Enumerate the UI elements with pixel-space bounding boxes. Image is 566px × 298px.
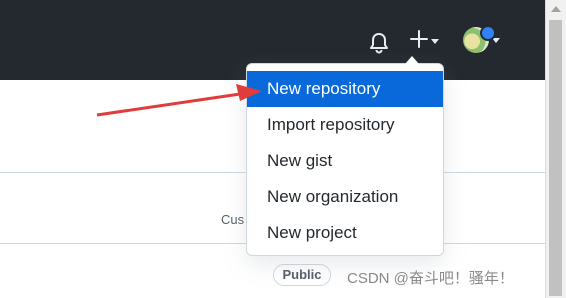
annotation-arrow-icon <box>96 84 262 117</box>
